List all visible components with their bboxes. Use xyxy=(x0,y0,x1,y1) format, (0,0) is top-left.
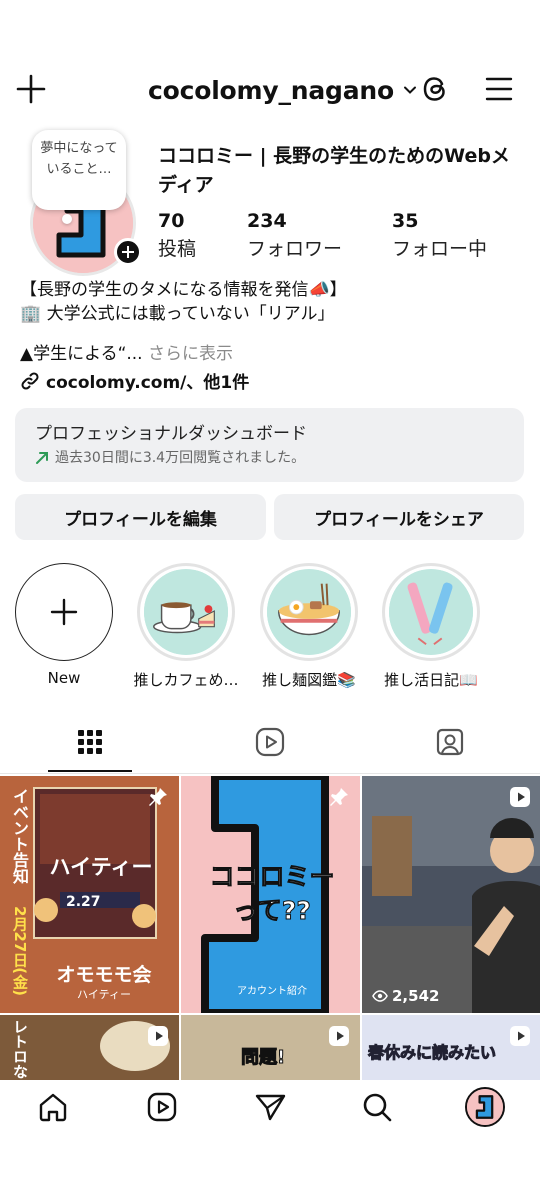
dashboard-title: プロフェッショナルダッシュボード xyxy=(35,424,307,444)
reel-icon xyxy=(329,1026,349,1046)
add-story-plus-icon[interactable] xyxy=(114,238,142,266)
highlight-cafe-circle xyxy=(137,563,235,661)
bio-link-text: cocolomy.com/、他1件 xyxy=(46,373,250,393)
post-text-date2: 2月27日(金) xyxy=(11,906,29,997)
post-text-bottom-sub: ハイティー xyxy=(77,988,131,1001)
create-plus-icon[interactable] xyxy=(14,72,48,106)
account-switcher[interactable]: cocolomy_nagano xyxy=(148,72,418,108)
link-icon xyxy=(21,371,39,390)
ramen-bowl-icon xyxy=(267,569,351,655)
highlight-cafe[interactable]: 推しカフェめ… xyxy=(126,563,246,690)
post-text-bottom: オモモモ会 xyxy=(56,964,152,986)
reels-icon[interactable] xyxy=(254,726,286,758)
home-icon[interactable] xyxy=(36,1090,70,1124)
hamburger-menu-icon[interactable] xyxy=(482,72,516,106)
bio-line-2: 🏢 大学公式には載っていない「リアル」 xyxy=(20,304,335,324)
bottom-navigation xyxy=(0,1080,540,1136)
pin-icon xyxy=(149,788,167,806)
note-bubble[interactable]: 夢中になっていること… xyxy=(32,130,126,210)
post-caption: アカウント紹介 xyxy=(237,986,307,997)
stat-followers[interactable]: 234 フォロワー xyxy=(247,208,342,264)
highlight-label: 推し活日記📖 xyxy=(384,671,478,689)
post-title-text: 春休みに読みたい xyxy=(368,1043,497,1063)
edit-profile-button[interactable]: プロフィールを編集 xyxy=(15,494,266,540)
post-thumbnail[interactable]: ココロミーって?? アカウント紹介 xyxy=(181,776,360,1013)
highlight-diary[interactable]: 推し活日記📖 xyxy=(371,563,491,690)
reel-icon xyxy=(510,787,530,807)
street-photo-image xyxy=(362,776,540,1013)
bio-link[interactable]: cocolomy.com/、他1件 xyxy=(20,368,249,393)
posts-grid: イベント告知 ハイティー 2.27 2月27日(金) オモモモ会 ハイティー コ… xyxy=(0,776,540,1080)
post-text-top: イベント告知 xyxy=(10,788,29,884)
dashboard-subtitle: 過去30日間に3.4万回閲覧されました。 xyxy=(55,450,306,466)
stat-posts-label: 投稿 xyxy=(158,238,197,260)
plus-icon xyxy=(50,598,78,626)
highlight-ramen-circle xyxy=(260,563,358,661)
professional-dashboard[interactable]: プロフェッショナルダッシュボード 過去30日間に3.4万回閲覧されました。 xyxy=(15,408,524,482)
share-profile-button[interactable]: プロフィールをシェア xyxy=(274,494,524,540)
stat-followers-count: 234 xyxy=(247,210,287,232)
stat-following-label: フォロー中 xyxy=(392,238,488,260)
eye-icon xyxy=(372,990,388,1002)
bio-line-3: ▲学生による“... xyxy=(20,344,143,364)
penlight-icon xyxy=(389,569,473,655)
bio-more-link[interactable]: さらに表示 xyxy=(148,344,233,364)
view-count: 2,542 xyxy=(372,987,439,1005)
pin-icon xyxy=(330,788,348,806)
highlight-ramen[interactable]: 推し麺図鑑📚 xyxy=(249,563,369,690)
profile-avatar-area: 夢中になっていること… xyxy=(18,130,142,276)
tagged-icon[interactable] xyxy=(434,726,466,758)
post-title-text: 問題! xyxy=(240,1047,286,1069)
post-thumbnail[interactable]: レトロな xyxy=(0,1015,179,1080)
reel-icon xyxy=(510,1026,530,1046)
highlight-label: 推し麺図鑑📚 xyxy=(262,671,356,689)
post-thumbnail[interactable]: 2,542 xyxy=(362,776,540,1013)
profile-name: ココロミー | 長野の学生のためのWebメディア xyxy=(158,145,510,196)
profile-tabs xyxy=(0,716,540,774)
post-thumbnail[interactable]: 問題! xyxy=(181,1015,360,1080)
highlight-new[interactable]: New xyxy=(4,563,124,687)
profile-nav-avatar[interactable] xyxy=(465,1087,505,1127)
dashboard-subtitle-row: 過去30日間に3.4万回閲覧されました。 xyxy=(35,446,504,470)
grid-icon[interactable] xyxy=(74,726,106,758)
highlight-new-circle xyxy=(15,563,113,661)
username: cocolomy_nagano xyxy=(148,75,394,105)
stat-following[interactable]: 35 フォロー中 xyxy=(392,208,487,264)
reel-icon xyxy=(148,1026,168,1046)
highlight-label: New xyxy=(47,669,81,687)
post-thumbnail[interactable]: イベント告知 ハイティー 2.27 2月27日(金) オモモモ会 ハイティー xyxy=(0,776,179,1013)
stat-followers-label: フォロワー xyxy=(247,238,343,260)
stat-posts[interactable]: 70 投稿 xyxy=(158,208,196,264)
send-direct-icon[interactable] xyxy=(253,1090,287,1124)
bio-more-row: ▲学生による“... さらに表示 xyxy=(20,342,233,366)
highlight-label: 推しカフェめ… xyxy=(133,671,239,689)
search-icon[interactable] xyxy=(360,1090,394,1124)
post-text-date: 2.27 xyxy=(66,894,101,910)
post-title-text: ココロミーって?? xyxy=(209,862,335,926)
active-tab-indicator xyxy=(48,770,132,772)
reels-nav-icon[interactable] xyxy=(145,1090,179,1124)
note-bubble-tail xyxy=(62,214,72,224)
view-count-text: 2,542 xyxy=(392,987,440,1005)
bio-line-1: 【長野の学生のタメになる情報を発信📣】 xyxy=(20,280,347,300)
post-title-text: レトロな xyxy=(11,1019,29,1079)
post-text-mid: ハイティー xyxy=(49,855,153,879)
threads-icon[interactable] xyxy=(418,72,452,106)
chevron-down-icon xyxy=(404,86,416,94)
post-thumbnail[interactable]: 春休みに読みたい xyxy=(362,1015,540,1080)
stat-posts-count: 70 xyxy=(158,210,185,232)
highlight-diary-circle xyxy=(382,563,480,661)
trend-up-arrow-icon xyxy=(36,452,48,464)
stat-following-count: 35 xyxy=(392,210,419,232)
coffee-cake-icon xyxy=(144,569,228,655)
bio: 【長野の学生のタメになる情報を発信📣】 🏢 大学公式には載っていない「リアル」 xyxy=(20,278,520,326)
top-bar: cocolomy_nagano xyxy=(0,60,540,120)
